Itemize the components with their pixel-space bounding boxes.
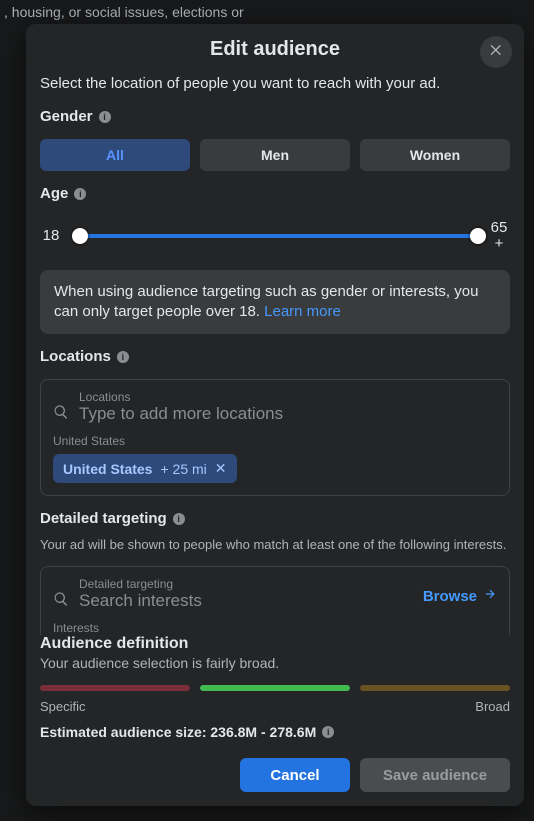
detailed-targeting-field-label: Detailed targeting bbox=[79, 577, 413, 591]
age-slider-track bbox=[72, 234, 478, 238]
audience-gauge bbox=[40, 685, 510, 691]
detailed-targeting-input[interactable]: Search interests bbox=[79, 591, 413, 611]
audience-definition-sub: Your audience selection is fairly broad. bbox=[40, 655, 510, 671]
estimated-audience-size: Estimated audience size: 236.8M - 278.6M… bbox=[40, 724, 510, 740]
background-hint-text: , housing, or social issues, elections o… bbox=[4, 4, 244, 20]
gauge-segment-broad bbox=[360, 685, 510, 691]
gauge-segment-specific bbox=[40, 685, 190, 691]
location-chip-name: United States bbox=[63, 461, 152, 477]
detailed-targeting-label: Detailed targeting i bbox=[40, 510, 510, 527]
info-icon[interactable]: i bbox=[173, 513, 185, 525]
info-icon[interactable]: i bbox=[322, 726, 334, 738]
locations-input[interactable]: Type to add more locations bbox=[79, 404, 497, 424]
age-max-value: 65 + bbox=[488, 220, 510, 252]
learn-more-link[interactable]: Learn more bbox=[264, 303, 341, 320]
age-slider-thumb-min[interactable] bbox=[72, 228, 88, 244]
arrow-right-icon bbox=[483, 587, 497, 605]
audience-definition: Audience definition Your audience select… bbox=[26, 635, 524, 740]
info-icon[interactable]: i bbox=[99, 111, 111, 123]
age-slider-row: 18 65 + bbox=[40, 220, 510, 252]
gauge-labels: Specific Broad bbox=[40, 699, 510, 714]
age-notice: When using audience targeting such as ge… bbox=[40, 270, 510, 335]
search-icon bbox=[53, 591, 69, 607]
age-slider-thumb-max[interactable] bbox=[470, 228, 486, 244]
locations-label: Locations i bbox=[40, 348, 510, 365]
edit-audience-modal: Edit audience Select the location of peo… bbox=[26, 24, 524, 806]
close-icon bbox=[488, 42, 504, 63]
age-max-suffix: + bbox=[488, 236, 510, 252]
close-button[interactable] bbox=[480, 36, 512, 68]
modal-actions: Cancel Save audience bbox=[26, 740, 524, 806]
gender-label: Gender i bbox=[40, 108, 510, 125]
detailed-targeting-label-text: Detailed targeting bbox=[40, 510, 167, 527]
gender-label-text: Gender bbox=[40, 108, 93, 125]
gauge-label-broad: Broad bbox=[475, 699, 510, 714]
location-chip-radius: + 25 mi bbox=[160, 461, 206, 477]
age-min-value: 18 bbox=[40, 227, 62, 244]
detailed-targeting-field: Detailed targeting Search interests Brow… bbox=[40, 566, 510, 635]
locations-field-label: Locations bbox=[79, 390, 497, 404]
age-max-number: 65 bbox=[488, 220, 510, 236]
age-slider[interactable] bbox=[72, 224, 478, 248]
search-icon bbox=[53, 404, 69, 420]
audience-definition-title: Audience definition bbox=[40, 635, 510, 653]
gender-segmented-control: All Men Women bbox=[40, 139, 510, 171]
browse-label: Browse bbox=[423, 588, 477, 605]
modal-subtitle: Select the location of people you want t… bbox=[40, 69, 510, 94]
age-label-text: Age bbox=[40, 185, 68, 202]
modal-header: Edit audience bbox=[26, 24, 524, 69]
browse-button[interactable]: Browse bbox=[423, 587, 497, 605]
cancel-button[interactable]: Cancel bbox=[240, 758, 350, 792]
gender-option-men[interactable]: Men bbox=[200, 139, 350, 171]
save-audience-button[interactable]: Save audience bbox=[360, 758, 510, 792]
gender-option-all[interactable]: All bbox=[40, 139, 190, 171]
interests-group-label: Interests bbox=[53, 621, 497, 635]
gauge-segment-medium bbox=[200, 685, 350, 691]
location-chip[interactable]: United States + 25 mi ✕ bbox=[53, 454, 237, 483]
locations-field: Locations Type to add more locations Uni… bbox=[40, 379, 510, 496]
estimated-audience-text: Estimated audience size: 236.8M - 278.6M bbox=[40, 724, 316, 740]
modal-title: Edit audience bbox=[26, 38, 524, 61]
detailed-targeting-helper: Your ad will be shown to people who matc… bbox=[40, 537, 510, 552]
info-icon[interactable]: i bbox=[74, 188, 86, 200]
location-chip-remove-icon[interactable]: ✕ bbox=[215, 460, 227, 477]
gauge-label-specific: Specific bbox=[40, 699, 86, 714]
locations-label-text: Locations bbox=[40, 348, 111, 365]
info-icon[interactable]: i bbox=[117, 351, 129, 363]
age-label: Age i bbox=[40, 185, 510, 202]
locations-group-label: United States bbox=[53, 434, 497, 448]
gender-option-women[interactable]: Women bbox=[360, 139, 510, 171]
